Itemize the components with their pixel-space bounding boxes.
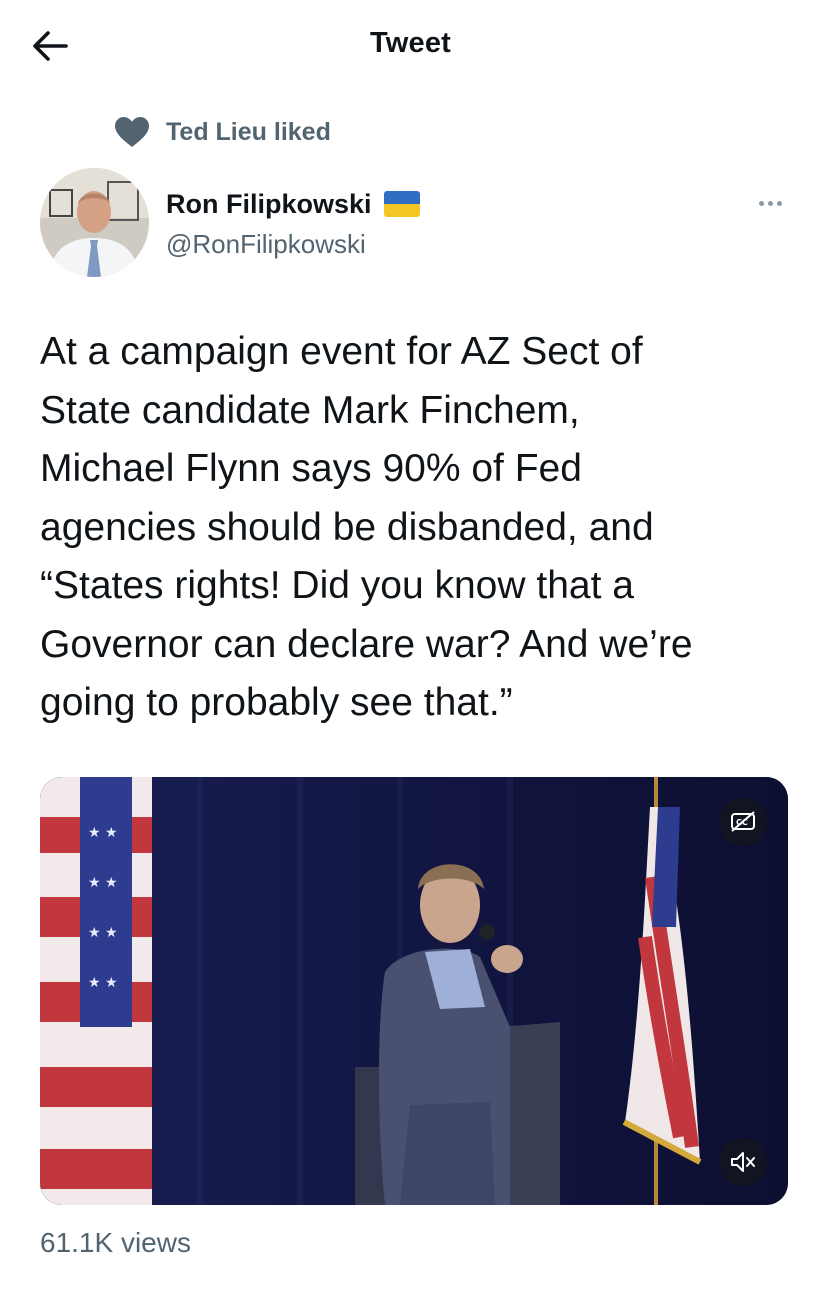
heart-icon: [115, 117, 149, 147]
muted-speaker-icon: [731, 1152, 755, 1172]
closed-captions-button[interactable]: CC: [719, 798, 767, 846]
avatar[interactable]: [40, 168, 149, 277]
svg-text:★ ★: ★ ★: [88, 875, 118, 891]
top-bar: Tweet: [0, 0, 821, 92]
author-name: Ron Filipkowski: [166, 188, 372, 219]
svg-text:★ ★: ★ ★: [88, 825, 118, 841]
author-handle[interactable]: @RonFilipkowski: [166, 229, 366, 260]
social-context-label: Ted Lieu liked: [166, 117, 331, 146]
video-player[interactable]: ★ ★ ★ ★ ★ ★ ★ ★ CC: [40, 777, 788, 1205]
page-title: Tweet: [369, 27, 452, 59]
tweet-text: At a campaign event for AZ Sect of State…: [40, 330, 693, 724]
mute-button[interactable]: [719, 1138, 767, 1186]
view-count: 61.1K views: [40, 1227, 191, 1258]
ukraine-flag-icon: [383, 191, 420, 217]
video-frame: ★ ★ ★ ★ ★ ★ ★ ★: [40, 777, 788, 1205]
svg-text:★ ★: ★ ★: [88, 925, 118, 941]
social-context[interactable]: Ted Lieu liked: [114, 113, 331, 151]
closed-captions-icon: CC: [731, 811, 755, 832]
more-options-icon[interactable]: [748, 190, 792, 216]
author-name-row[interactable]: Ron Filipkowski: [166, 186, 420, 222]
svg-text:★ ★: ★ ★: [88, 975, 118, 991]
